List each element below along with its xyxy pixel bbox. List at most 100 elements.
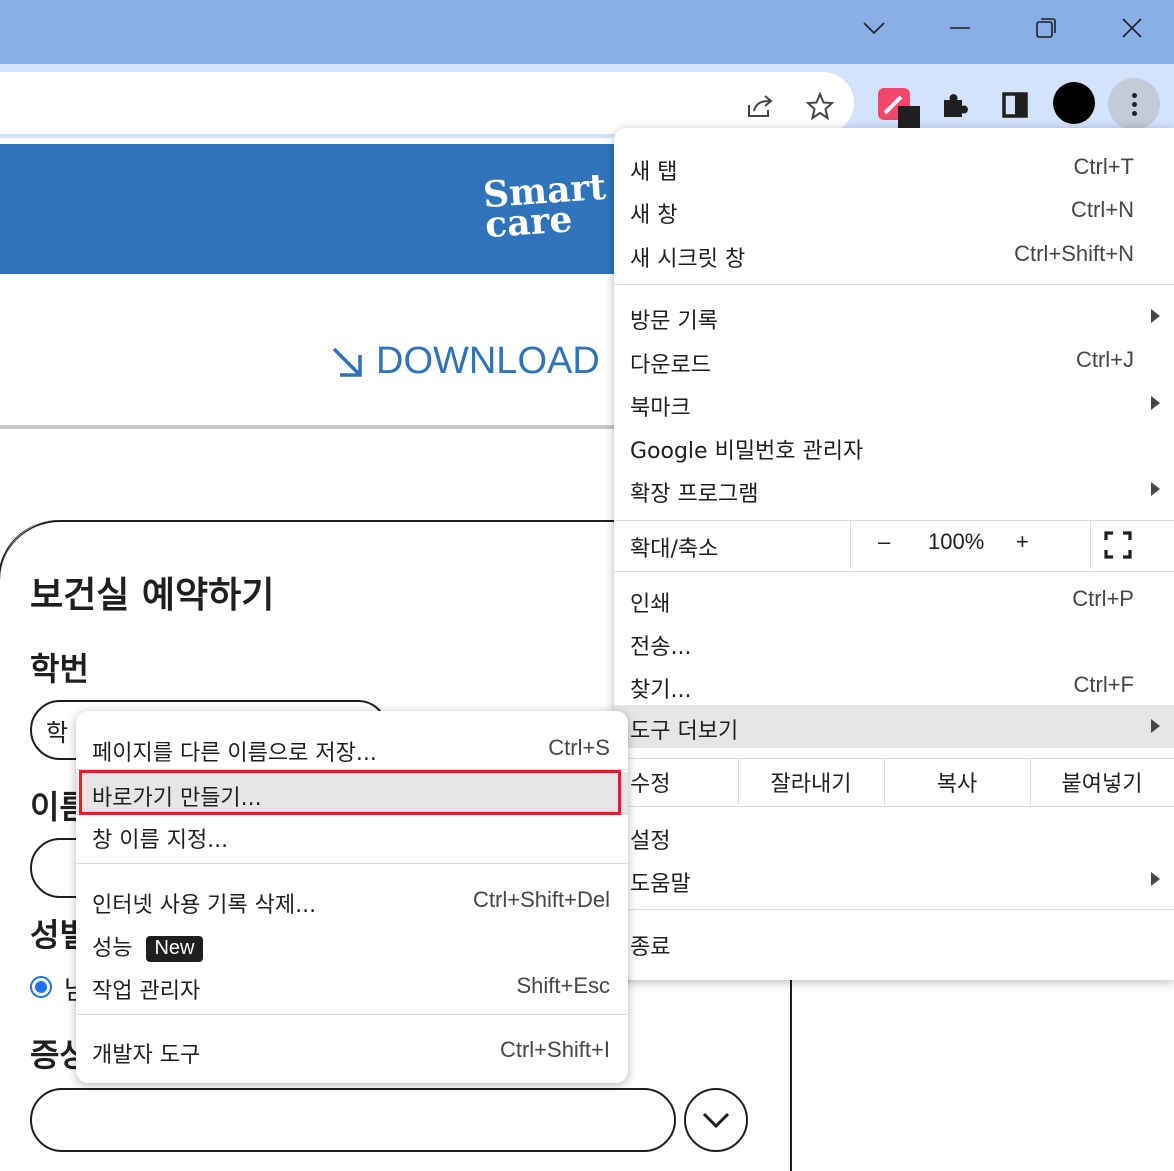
menu-item-cast[interactable]: 전송... bbox=[614, 621, 1174, 664]
submenu-label: 인터넷 사용 기록 삭제... bbox=[92, 893, 317, 918]
side-panel-icon[interactable] bbox=[996, 86, 1034, 124]
profile-avatar[interactable] bbox=[1053, 82, 1095, 124]
close-icon[interactable] bbox=[1104, 8, 1160, 48]
submenu-label: 작업 관리자 bbox=[92, 979, 201, 1004]
chevron-down-icon bbox=[702, 1112, 730, 1129]
menu-item-new-window[interactable]: 새 창 Ctrl+N bbox=[614, 189, 1174, 232]
submenu-arrow-icon bbox=[1151, 872, 1160, 886]
bookmark-star-icon[interactable] bbox=[802, 88, 838, 124]
menu-item-password-manager[interactable]: Google 비밀번호 관리자 bbox=[614, 425, 1174, 468]
eyedropper-extension-icon[interactable] bbox=[876, 86, 922, 130]
zoom-in-button[interactable]: + bbox=[1016, 529, 1029, 555]
submenu-arrow-icon bbox=[1151, 482, 1160, 496]
symptom-select[interactable] bbox=[30, 1088, 676, 1152]
paste-button[interactable]: 붙여넣기 bbox=[1030, 766, 1174, 798]
minimize-icon[interactable] bbox=[932, 8, 988, 48]
zoom-level: 100% bbox=[928, 529, 985, 554]
zoom-separator bbox=[850, 521, 851, 569]
copy-button[interactable]: 복사 bbox=[884, 766, 1030, 798]
menu-item-history[interactable]: 방문 기록 bbox=[614, 295, 1174, 338]
window-titlebar bbox=[0, 0, 1174, 64]
menu-label: 새 탭 bbox=[630, 160, 678, 185]
menu-label: Google 비밀번호 관리자 bbox=[630, 439, 864, 464]
fullscreen-icon[interactable] bbox=[1104, 531, 1134, 561]
menu-item-print[interactable]: 인쇄 Ctrl+P bbox=[614, 578, 1174, 621]
submenu-shortcut: Shift+Esc bbox=[516, 973, 610, 998]
restore-icon[interactable] bbox=[1018, 8, 1074, 48]
submenu-item-clear-browsing-data[interactable]: 인터넷 사용 기록 삭제... Ctrl+Shift+Del bbox=[76, 879, 628, 922]
menu-item-more-tools[interactable]: 도구 더보기 bbox=[614, 705, 1174, 748]
menu-label: 설정 bbox=[630, 829, 671, 854]
menu-divider bbox=[614, 909, 1174, 910]
student-id-value: 학 bbox=[46, 719, 69, 747]
menu-label: 종료 bbox=[630, 935, 671, 960]
menu-shortcut: Ctrl+N bbox=[1071, 197, 1134, 222]
menu-label: 새 시크릿 창 bbox=[630, 247, 746, 272]
menu-label: 새 창 bbox=[630, 203, 678, 228]
zoom-separator bbox=[1090, 521, 1091, 569]
share-icon[interactable] bbox=[742, 88, 778, 124]
submenu-shortcut: Ctrl+Shift+I bbox=[499, 1037, 610, 1062]
menu-label: 방문 기록 bbox=[630, 309, 718, 334]
submenu-label: 페이지를 다른 이름으로 저장... bbox=[92, 741, 377, 766]
menu-shortcut: Ctrl+J bbox=[1075, 347, 1134, 372]
chevron-down-icon[interactable] bbox=[846, 8, 902, 48]
more-tools-submenu: 페이지를 다른 이름으로 저장... Ctrl+S 바로가기 만들기... 창 … bbox=[76, 711, 628, 1083]
submenu-item-developer-tools[interactable]: 개발자 도구 Ctrl+Shift+I bbox=[76, 1029, 628, 1072]
menu-edit-row: 수정 잘라내기 복사 붙여넣기 bbox=[614, 759, 1174, 805]
submenu-item-task-manager[interactable]: 작업 관리자 Shift+Esc bbox=[76, 965, 628, 1008]
gender-radio-male[interactable] bbox=[30, 976, 52, 998]
menu-label: 북마크 bbox=[630, 396, 691, 421]
menu-item-extensions[interactable]: 확장 프로그램 bbox=[614, 468, 1174, 511]
menu-label: 도움말 bbox=[630, 872, 691, 897]
menu-label: 인쇄 bbox=[630, 592, 671, 617]
submenu-arrow-icon bbox=[1151, 396, 1160, 410]
site-logo[interactable]: Smart care bbox=[482, 166, 609, 246]
submenu-item-performance[interactable]: 성능 New bbox=[76, 922, 628, 965]
more-vert-icon[interactable] bbox=[1108, 78, 1160, 130]
arrow-down-right-icon bbox=[332, 347, 362, 377]
menu-item-settings[interactable]: 설정 bbox=[614, 815, 1174, 858]
menu-item-find[interactable]: 찾기... Ctrl+F bbox=[614, 664, 1174, 707]
new-badge: New bbox=[146, 936, 203, 962]
menu-zoom-row: 확대/축소 – 100% + bbox=[614, 521, 1174, 569]
menu-label: 찾기... bbox=[630, 678, 692, 703]
submenu-item-save-page-as[interactable]: 페이지를 다른 이름으로 저장... Ctrl+S bbox=[76, 727, 628, 770]
submenu-shortcut: Ctrl+Shift+Del bbox=[473, 887, 610, 912]
cut-button[interactable]: 잘라내기 bbox=[738, 766, 884, 798]
submenu-item-name-window[interactable]: 창 이름 지정... bbox=[76, 814, 628, 857]
menu-item-help[interactable]: 도움말 bbox=[614, 858, 1174, 901]
menu-divider bbox=[614, 284, 1174, 285]
menu-shortcut: Ctrl+P bbox=[1072, 586, 1134, 611]
address-bar[interactable] bbox=[0, 72, 854, 134]
menu-item-new-tab[interactable]: 새 탭 Ctrl+T bbox=[614, 146, 1174, 189]
symptom-dropdown-button[interactable] bbox=[684, 1088, 748, 1152]
menu-item-exit[interactable]: 종료 bbox=[614, 921, 1174, 964]
submenu-divider bbox=[76, 1014, 628, 1015]
menu-divider bbox=[614, 571, 1174, 572]
download-link[interactable]: DOWNLOAD bbox=[330, 340, 600, 383]
highlight-annotation-box bbox=[79, 770, 621, 815]
puzzle-extensions-icon[interactable] bbox=[936, 86, 974, 124]
menu-divider bbox=[614, 806, 1174, 807]
menu-label: 확장 프로그램 bbox=[630, 482, 759, 507]
form-title: 보건실 예약하기 bbox=[30, 575, 275, 616]
submenu-shortcut: Ctrl+S bbox=[548, 735, 610, 760]
zoom-out-button[interactable]: – bbox=[878, 529, 890, 555]
menu-item-bookmarks[interactable]: 북마크 bbox=[614, 382, 1174, 425]
submenu-label-wrap: 성능 New bbox=[92, 930, 203, 962]
menu-item-downloads[interactable]: 다운로드 Ctrl+J bbox=[614, 339, 1174, 382]
menu-label: 전송... bbox=[630, 635, 692, 660]
submenu-arrow-icon bbox=[1151, 719, 1160, 733]
menu-shortcut: Ctrl+Shift+N bbox=[1014, 241, 1134, 266]
menu-shortcut: Ctrl+T bbox=[1073, 154, 1135, 179]
browser-toolbar bbox=[0, 64, 1174, 138]
menu-item-incognito[interactable]: 새 시크릿 창 Ctrl+Shift+N bbox=[614, 233, 1174, 276]
submenu-label: 창 이름 지정... bbox=[92, 828, 229, 853]
student-id-label: 학번 bbox=[30, 650, 89, 688]
submenu-divider bbox=[76, 863, 628, 864]
menu-label: 도구 더보기 bbox=[630, 719, 739, 744]
download-label: DOWNLOAD bbox=[376, 340, 600, 382]
menu-label: 다운로드 bbox=[630, 353, 711, 378]
submenu-arrow-icon bbox=[1151, 309, 1160, 323]
